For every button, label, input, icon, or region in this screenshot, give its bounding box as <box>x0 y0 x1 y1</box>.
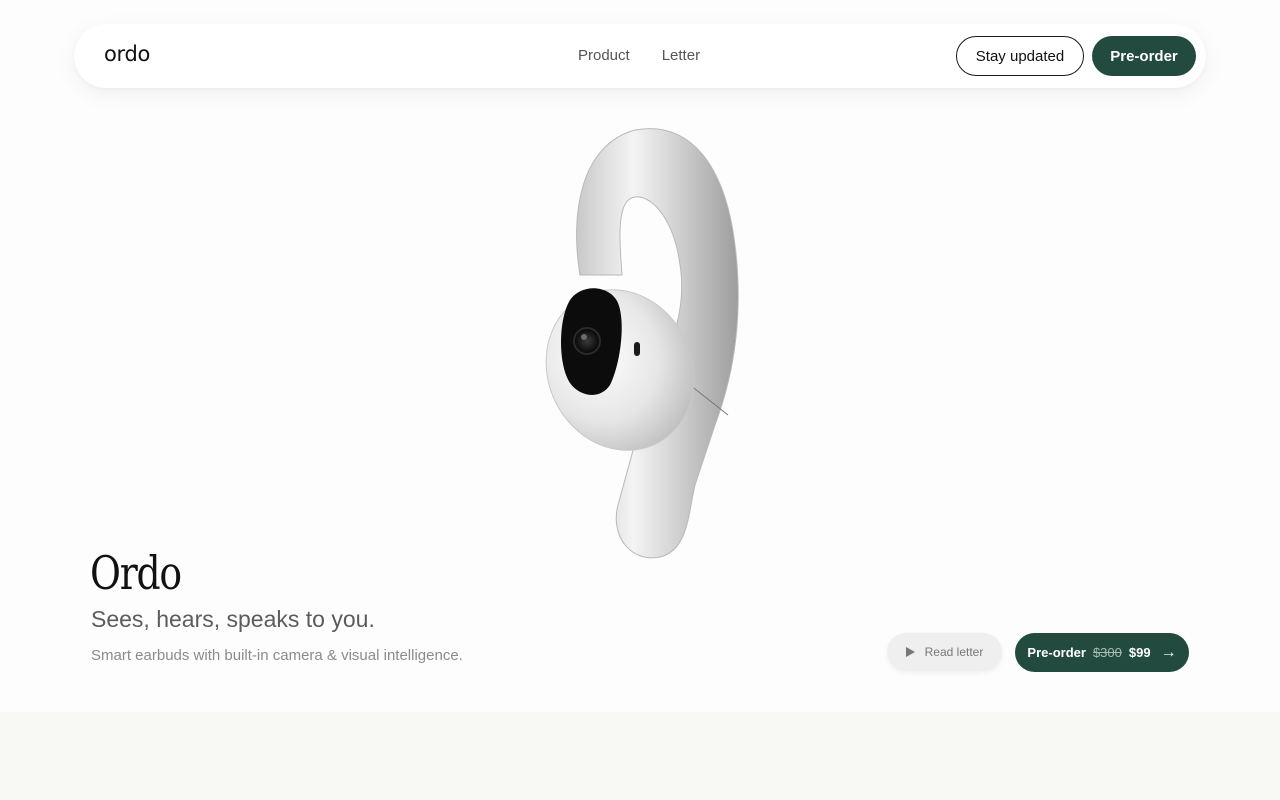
new-price: $99 <box>1128 645 1151 660</box>
arrow-right-icon: → <box>1160 643 1177 661</box>
play-icon <box>905 647 915 657</box>
top-navigation: ordo Product Letter Stay updated Pre-ord… <box>74 24 1206 88</box>
old-price: $300 <box>1092 645 1122 660</box>
next-section-band <box>0 712 1280 800</box>
brand-logo[interactable]: ordo <box>104 42 150 66</box>
nav-links: Product Letter <box>578 47 700 64</box>
preorder-label: Pre-order <box>1027 645 1086 660</box>
earbud-illustration <box>545 128 739 559</box>
nav-link-letter[interactable]: Letter <box>662 47 700 64</box>
hero-description: Smart earbuds with built-in camera & vis… <box>91 647 463 664</box>
earbud-product-image <box>540 125 750 565</box>
nav-link-product[interactable]: Product <box>578 47 630 64</box>
read-letter-label: Read letter <box>924 645 984 659</box>
read-letter-button[interactable]: Read letter <box>887 633 1002 671</box>
hero-subtitle: Sees, hears, speaks to you. <box>91 606 375 632</box>
nav-preorder-button[interactable]: Pre-order <box>1092 36 1196 76</box>
stay-updated-button[interactable]: Stay updated <box>956 36 1084 76</box>
hero-preorder-button[interactable]: Pre-order $300 $99 → <box>1015 633 1189 672</box>
hero-title: Ordo <box>90 546 182 600</box>
